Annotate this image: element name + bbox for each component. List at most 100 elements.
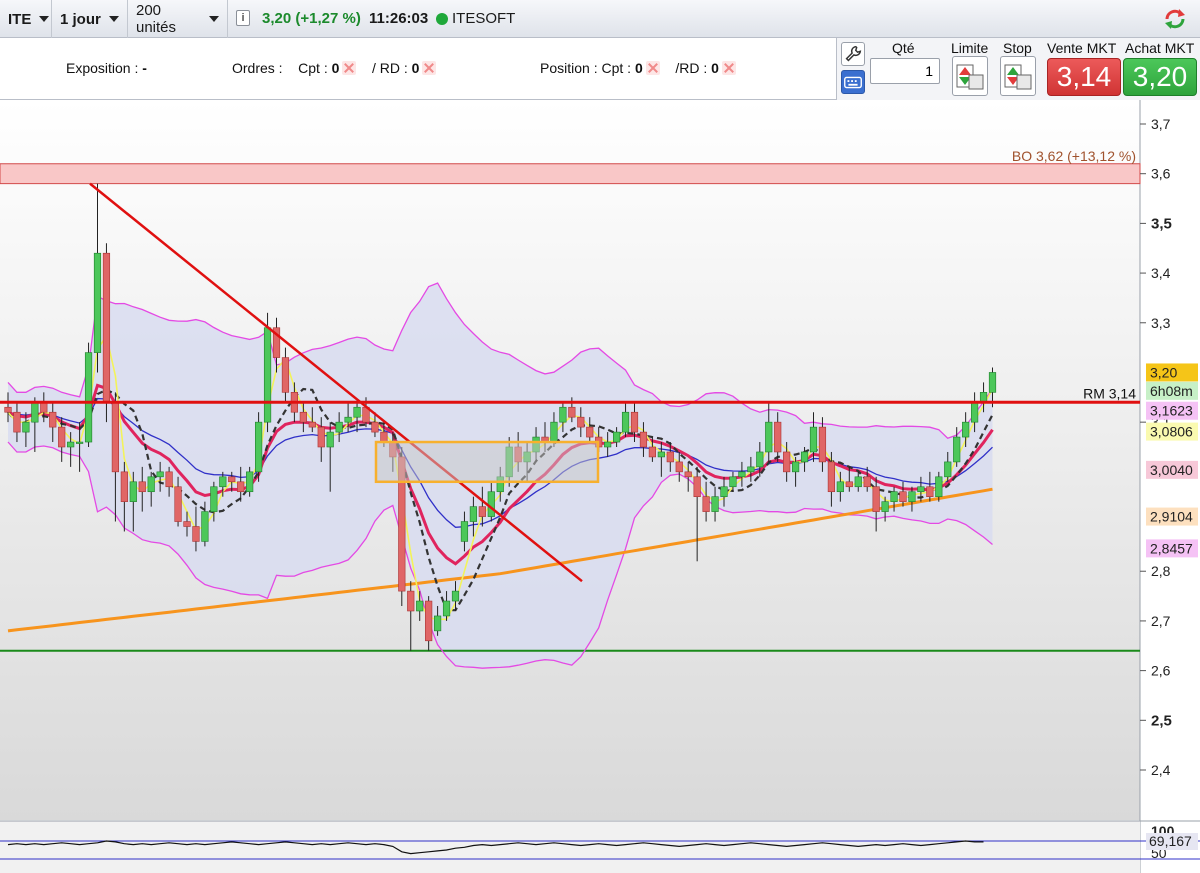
consolidation-box [374,440,600,484]
market-open-status-icon [436,13,448,25]
units-selector[interactable]: 200 unités [128,0,228,38]
candle-body-up [809,426,818,453]
candle-body-up [22,421,30,433]
price-badge-label: 2,8457 [1150,540,1193,556]
candle-body-up [201,511,209,542]
orders-rd-label: / RD : [371,60,408,76]
price-badge-label: 3,1623 [1150,403,1193,419]
candle-body-up [765,421,773,453]
symbol-selector[interactable]: ITE [0,0,52,38]
candle-body-up [756,451,764,468]
chevron-down-icon [39,16,50,22]
candle-body-up [93,252,102,353]
candle-body-down [863,476,871,488]
price-badge-label: 3,0806 [1150,424,1193,440]
candle-body-down [425,600,433,642]
exposition-label: Exposition : [66,60,139,76]
settings-button[interactable] [841,42,865,66]
quantity-input[interactable] [870,58,940,84]
buy-market-button[interactable]: 3,20 [1123,58,1197,96]
info-icon[interactable]: i [236,10,250,26]
candle-body-up [970,401,979,423]
y-tick-label: 3,3 [1151,315,1171,331]
y-tick-label: 2,5 [1151,712,1172,729]
candle-body-up [800,451,809,463]
candle-body-up [156,471,164,478]
sell-mkt-label: Vente MKT [1047,40,1117,56]
period-label: 1 jour [60,10,101,28]
chevron-down-icon [209,16,219,22]
candle-body-up [147,476,155,493]
candle-body-down [827,461,835,493]
candle-body-up [559,406,567,423]
candle-body-down [228,476,236,483]
candle-body-up [791,461,800,473]
y-tick-label: 2,8 [1151,563,1171,579]
candle-body-down [577,416,585,428]
price-badge-label: 2,9104 [1150,509,1193,525]
y-tick-label: 2,7 [1151,613,1171,629]
price-chart[interactable]: BO 3,62 (+13,12 %) RM 3,14 3,7 3,6 3,5 3,4 3,… [0,100,1200,873]
candle-body-down [4,406,12,413]
limit-order-button[interactable] [952,56,988,96]
y-tick-label: 3,7 [1151,116,1171,132]
candle-body-down [192,526,200,542]
orders-rd-value: 0 [411,60,420,76]
position-cpt-label: Cpt : [601,60,632,76]
quick-order-panel: Qté Limite Stop Vente MKT Achat MKT 3,14 [836,38,1200,100]
candle-body-up [31,401,39,423]
candle-body-up [442,600,451,617]
close-position-cpt-icon[interactable] [645,61,660,75]
refresh-icon[interactable] [1162,6,1188,32]
candle-body-up [433,615,442,632]
candle-body-up [255,421,263,473]
position-rd-value: 0 [711,60,719,76]
candle-body-down [783,451,791,473]
y-tick-label: 3,6 [1151,166,1171,182]
sell-price: 3,14 [1056,61,1112,92]
candle-body-up [246,471,254,493]
keyboard-button[interactable] [841,70,865,94]
candle-body-down [407,590,415,612]
sell-market-button[interactable]: 3,14 [1047,58,1121,96]
candle-body-up [353,406,361,418]
candle-body-up [210,486,218,512]
breakout-label: BO 3,62 (+13,12 %) [1012,148,1136,164]
candle-body-down [899,491,907,502]
candle-body-up [988,372,997,393]
keyboard-icon [844,76,862,89]
cancel-orders-cpt-icon[interactable] [342,61,357,75]
candle-body-up [953,436,961,463]
candle-body-down [165,471,173,488]
close-position-rd-icon[interactable] [721,61,736,75]
stop-order-button[interactable] [1000,56,1036,96]
price-badge-label: 6h08m [1150,383,1193,399]
candle-body-up [738,471,746,478]
limit-label: Limite [951,40,989,56]
candle-body-up [621,411,630,433]
candle-body-down [872,486,880,512]
cancel-orders-rd-icon[interactable] [422,61,437,75]
candle-body-up [612,431,621,443]
candle-body-up [908,491,916,502]
candle-body-up [729,476,737,488]
candle-body-up [854,476,862,488]
period-selector[interactable]: 1 jour [52,0,128,38]
candle-body-down [138,481,146,493]
candle-body-up [881,501,889,512]
candle-body-down [120,471,128,502]
candle-body-up [129,481,137,502]
oscillator-panel [0,821,1140,873]
chevron-down-icon [108,16,119,22]
candle-body-up [460,521,469,542]
candle-body-up [917,486,925,493]
candle-body-down [639,431,648,448]
candle-body-down [693,476,701,497]
position-info: Position : Cpt : 0 /RD : 0 [540,60,736,76]
candle-body-up [335,421,343,433]
candle-body-down [845,481,853,488]
candle-body-up [720,486,728,497]
wrench-icon [845,45,862,62]
candle-body-down [237,481,245,493]
quote-time: 11:26:03 [369,10,429,27]
